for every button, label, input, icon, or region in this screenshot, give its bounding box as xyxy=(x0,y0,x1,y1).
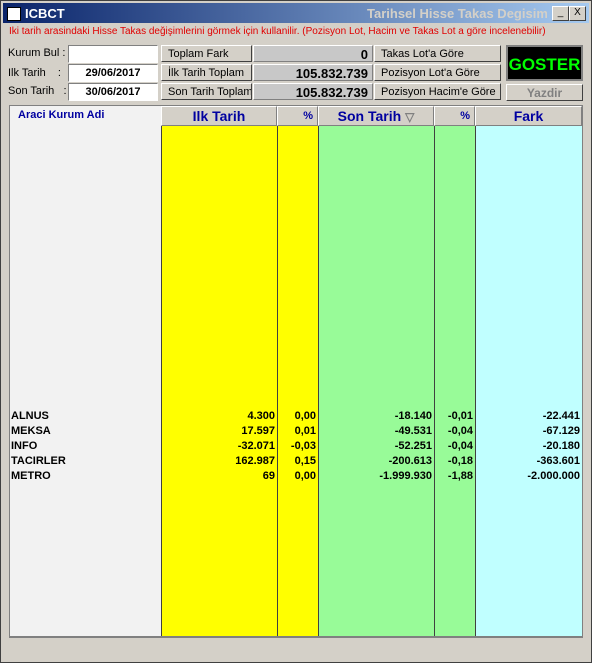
row-ilk-pct: 0,15 xyxy=(294,455,316,467)
row-ilk-pct: 0,00 xyxy=(294,470,316,482)
ilk-tarih-column xyxy=(161,106,277,637)
row-fark-value: -20.180 xyxy=(542,440,580,452)
row-son-pct: -1,88 xyxy=(447,470,473,482)
sort-desc-icon: ▽ xyxy=(405,110,415,124)
son-pct-column xyxy=(434,106,475,637)
row-kurum-adi: INFO xyxy=(11,440,38,452)
column-divider xyxy=(161,106,162,637)
app-name: ICBCT xyxy=(25,6,65,21)
header-fark[interactable]: Fark xyxy=(475,106,582,126)
header-kurum-adi[interactable]: Araci Kurum Adi xyxy=(10,106,161,126)
row-son-pct: -0,04 xyxy=(447,425,473,437)
grid-bottom-border xyxy=(10,636,582,637)
header-son-tarih-label: Son Tarih xyxy=(337,108,402,124)
row-ilk-pct: -0,03 xyxy=(290,440,316,452)
row-son-value: -49.531 xyxy=(394,425,432,437)
header-ilk-tarih[interactable]: Ilk Tarih xyxy=(161,106,277,126)
ilk-tarih-label: Ilk Tarih : xyxy=(8,67,61,79)
son-tarih-toplam-label: Son Tarih Toplam xyxy=(161,83,252,100)
column-divider xyxy=(475,106,476,637)
row-ilk-value: -32.071 xyxy=(237,440,275,452)
son-tarih-toplam-value: 105.832.739 xyxy=(253,83,373,100)
row-fark-value: -363.601 xyxy=(536,455,580,467)
data-grid[interactable]: Araci Kurum Adi Ilk Tarih % Son Tarih ▽ … xyxy=(9,105,583,638)
title-bar[interactable]: ICBCT Tarihsel Hisse Takas Degisim _ X xyxy=(3,3,589,23)
row-son-pct: -0,01 xyxy=(447,410,473,422)
row-ilk-value: 17.597 xyxy=(241,425,275,437)
son-tarih-field[interactable]: 30/06/2017 xyxy=(68,83,158,101)
row-fark-value: -67.129 xyxy=(542,425,580,437)
row-ilk-pct: 0,00 xyxy=(294,410,316,422)
info-text: Iki tarih arasindaki Hisse Takas değişim… xyxy=(9,26,546,37)
row-son-value: -1.999.930 xyxy=(379,470,432,482)
row-kurum-adi: MEKSA xyxy=(11,425,51,437)
ilk-tarih-field[interactable]: 29/06/2017 xyxy=(68,64,158,82)
row-fark-value: -2.000.000 xyxy=(527,470,580,482)
row-ilk-pct: 0,01 xyxy=(294,425,316,437)
ilk-tarih-toplam-label: İlk Tarih Toplam xyxy=(161,64,252,81)
yazdir-button[interactable]: Yazdir xyxy=(506,84,583,101)
row-kurum-adi: ALNUS xyxy=(11,410,49,422)
app-title: ICBCT xyxy=(7,6,65,21)
main-window: ICBCT Tarihsel Hisse Takas Degisim _ X I… xyxy=(0,0,592,663)
takas-lot-button[interactable]: Takas Lot'a Göre xyxy=(374,45,501,62)
header-ilk-pct[interactable]: % xyxy=(277,106,318,126)
toplam-fark-label: Toplam Fark xyxy=(161,45,252,62)
row-son-pct: -0,18 xyxy=(447,455,473,467)
toplam-fark-value: 0 xyxy=(253,45,373,62)
row-ilk-value: 162.987 xyxy=(235,455,275,467)
row-son-value: -18.140 xyxy=(394,410,432,422)
pozisyon-hacim-button[interactable]: Pozisyon Hacim'e Göre xyxy=(374,83,501,100)
ilk-tarih-toplam-value: 105.832.739 xyxy=(253,64,373,81)
kurum-bul-input[interactable] xyxy=(68,45,158,63)
app-icon xyxy=(7,6,21,21)
row-son-value: -200.613 xyxy=(388,455,432,467)
row-ilk-value: 69 xyxy=(262,470,275,482)
column-divider xyxy=(318,106,319,637)
window-title: Tarihsel Hisse Takas Degisim xyxy=(367,6,547,21)
row-kurum-adi: TACIRLER xyxy=(11,455,66,467)
row-ilk-value: 4.300 xyxy=(247,410,275,422)
son-tarih-column xyxy=(318,106,434,637)
row-fark-value: -22.441 xyxy=(542,410,580,422)
kurum-bul-label: Kurum Bul : xyxy=(8,47,66,59)
fark-column xyxy=(475,106,582,637)
goster-button[interactable]: GOSTER xyxy=(506,45,583,81)
minimize-button[interactable]: _ xyxy=(552,6,569,21)
header-son-pct[interactable]: % xyxy=(434,106,475,126)
ilk-pct-column xyxy=(277,106,318,637)
pozisyon-lot-button[interactable]: Pozisyon Lot'a Göre xyxy=(374,64,501,81)
row-son-pct: -0,04 xyxy=(447,440,473,452)
header-son-tarih[interactable]: Son Tarih ▽ xyxy=(318,106,434,126)
son-tarih-label: Son Tarih : xyxy=(8,85,67,97)
row-kurum-adi: METRO xyxy=(11,470,51,482)
row-son-value: -52.251 xyxy=(394,440,432,452)
close-button[interactable]: X xyxy=(569,6,586,21)
